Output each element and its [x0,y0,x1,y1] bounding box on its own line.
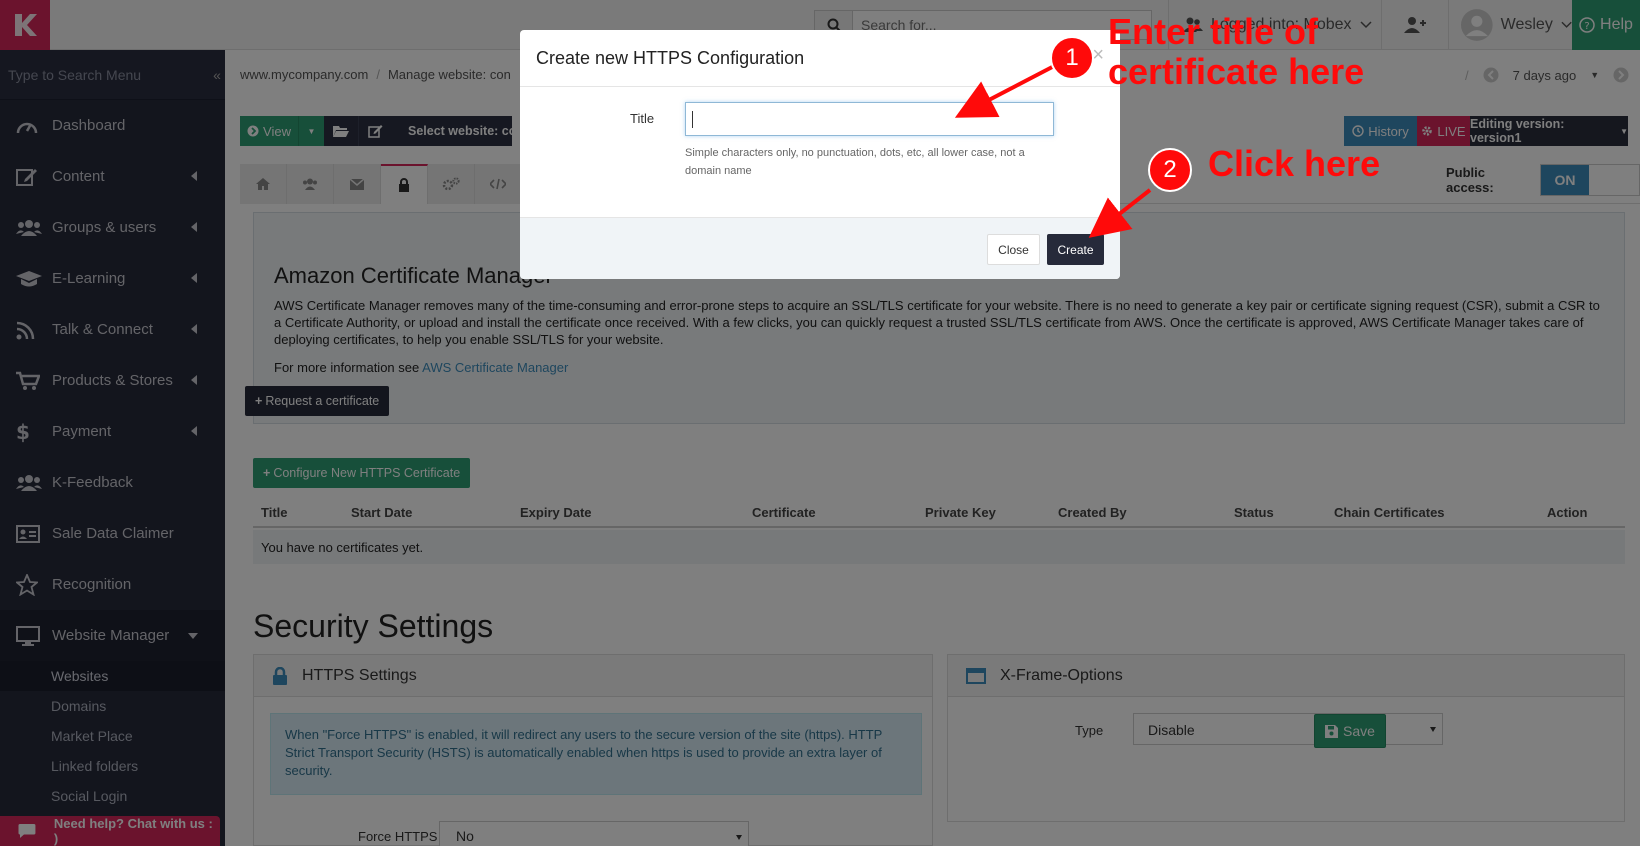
step-2-badge: 2 [1148,148,1192,192]
step-1-badge: 1 [1050,36,1094,80]
step-1-callout: Enter title of certificate here [1108,12,1364,92]
step-2-callout: Click here [1208,143,1381,184]
arrow-to-title-input [954,62,1059,118]
step-1-callout-line1: Enter title of [1108,11,1319,52]
step-1-callout-line2: certificate here [1108,51,1365,92]
arrow-to-create-button [1088,188,1152,238]
annotation-arrows [954,62,1152,238]
